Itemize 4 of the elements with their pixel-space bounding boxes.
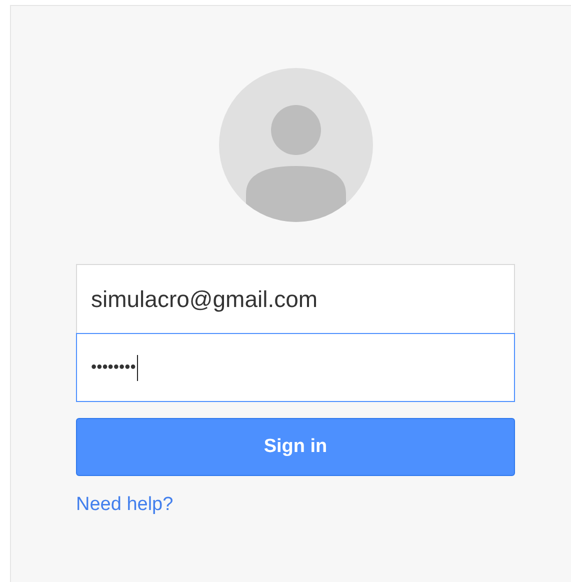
avatar-icon	[218, 68, 372, 222]
email-field[interactable]: simulacro@gmail.com	[76, 264, 515, 333]
password-field[interactable]: ••••••••	[76, 333, 515, 402]
help-link[interactable]: Need help?	[76, 494, 174, 516]
